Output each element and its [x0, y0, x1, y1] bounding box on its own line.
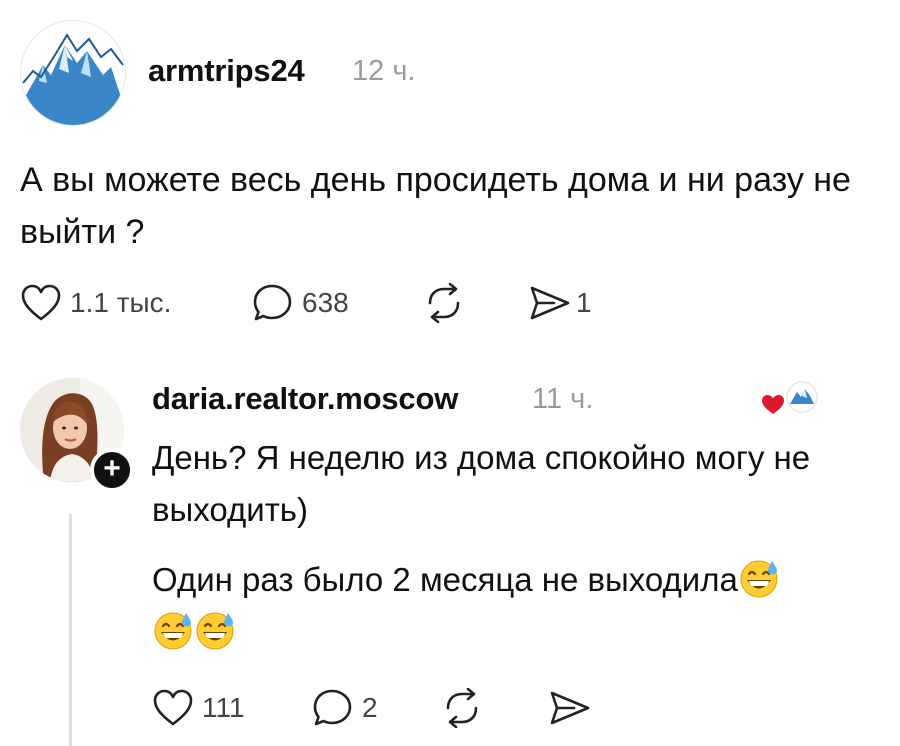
post-username[interactable]: armtrips24: [148, 51, 305, 91]
repost-icon: [428, 283, 460, 323]
thread-line: [69, 514, 72, 746]
post-share-button[interactable]: 1: [528, 283, 592, 323]
reply-text-paragraph-2: Один раз было 2 месяца не выходила: [152, 554, 872, 658]
reply-repost-button[interactable]: [440, 688, 484, 728]
post-like-count: 1.1 тыс.: [70, 287, 172, 318]
reply-like-count: 111: [202, 692, 245, 723]
post-timestamp: 12 ч.: [352, 55, 416, 87]
comment-bubble-icon: [313, 689, 352, 726]
post-author-avatar[interactable]: [20, 20, 126, 126]
post-share-count: 1: [576, 287, 592, 318]
liked-by-author-indicator: [760, 380, 822, 420]
comment-bubble-icon: [253, 284, 292, 321]
heart-icon: [21, 284, 61, 321]
reply-text-paragraph-1: День? Я неделю из дома спокойно могу не …: [152, 439, 811, 528]
liked-by-author-icon: [762, 381, 818, 414]
post-repost-button[interactable]: [422, 283, 466, 323]
reply-text-2: Один раз было 2 месяца не выходила: [152, 561, 738, 598]
reply-share-button[interactable]: [548, 688, 592, 728]
mountains-logo-icon: [21, 21, 125, 125]
post-comment-button[interactable]: 638: [252, 283, 349, 323]
reply-timestamp: 11 ч.: [532, 383, 594, 415]
post-like-button[interactable]: 1.1 тыс.: [20, 283, 171, 323]
repost-icon: [446, 688, 478, 728]
follow-button[interactable]: +: [90, 448, 134, 492]
post-comment-count: 638: [302, 287, 349, 318]
send-icon: [530, 286, 570, 320]
post-text: А вы можете весь день просидеть дома и н…: [20, 161, 851, 251]
reply-username[interactable]: daria.realtor.moscow: [152, 379, 458, 419]
reply-like-button[interactable]: 111: [152, 688, 245, 728]
reply-comment-button[interactable]: 2: [312, 688, 378, 728]
heart-icon: [153, 689, 193, 726]
send-icon: [550, 691, 590, 725]
sweat-smile-emoji-icon: [154, 612, 192, 650]
sweat-smile-emoji-icon: [196, 612, 234, 650]
reply-comment-count: 2: [362, 692, 378, 723]
sweat-smile-emoji-icon: [740, 560, 778, 598]
